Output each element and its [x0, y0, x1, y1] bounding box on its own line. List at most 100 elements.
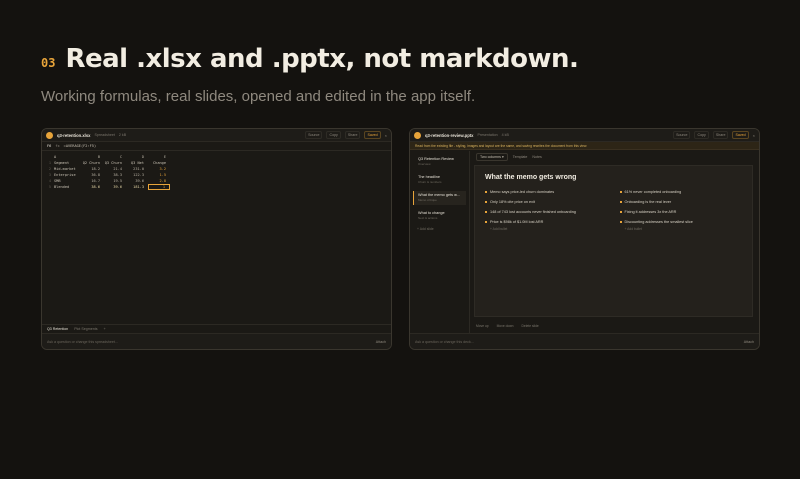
header-cell[interactable]: Q3 Churn [104, 161, 126, 165]
bullet-item[interactable]: Price is $98k of $1.0M lost ARR [485, 217, 608, 227]
column-letter[interactable]: C [104, 155, 126, 160]
file-type: Spreadsheet [94, 133, 115, 137]
editor-toolbar: Two columns ▾ Template Notes [470, 151, 759, 163]
delete-slide-button[interactable]: Delete slide [522, 324, 539, 328]
cell[interactable]: 2.8 [148, 179, 170, 183]
slide-thumbnail[interactable]: The headline Churn & numbers [413, 173, 466, 187]
file-name: q3-retention.xlsx [57, 132, 91, 138]
right-column: 61% never completed onboarding Onboardin… [619, 187, 743, 231]
slide-thumbnail[interactable]: What to change Next & actions [413, 209, 466, 223]
cell[interactable]: 36.8 [82, 173, 104, 177]
presentation-window: q3-retention-review.pptx Presentation 4 … [409, 128, 760, 350]
bullet-item[interactable]: 148 of 743 lost accounts never finished … [485, 207, 608, 217]
row-number[interactable]: 5 [46, 185, 54, 189]
row-number[interactable]: 4 [46, 179, 54, 183]
copy-button[interactable]: Copy [326, 131, 341, 139]
cell[interactable]: 38.6 [82, 185, 104, 189]
saved-button[interactable]: Saved [364, 131, 381, 139]
file-type: Presentation [477, 133, 498, 137]
header-cell[interactable]: Segment [54, 161, 82, 165]
bullet-icon [619, 221, 622, 223]
row-number[interactable]: 2 [46, 167, 54, 171]
add-bullet-button[interactable]: + Add bullet [620, 227, 743, 231]
cell[interactable]: Enterprise [54, 173, 82, 177]
bullet-item[interactable]: Only 18% cite price on exit [485, 197, 608, 207]
column-letter[interactable]: D [126, 155, 148, 160]
cell-reference: F6 [47, 144, 52, 148]
cell[interactable]: 39.6 [104, 185, 126, 189]
info-banner: Read from the existing file - styling, i… [410, 142, 759, 150]
header-cell[interactable]: Q3 Net [126, 161, 148, 165]
source-button[interactable]: Source [305, 131, 323, 139]
attach-button[interactable]: Attach [744, 340, 754, 344]
slide-thumbnail[interactable]: Q3 Retention Review Overview [413, 155, 466, 169]
source-button[interactable]: Source [673, 131, 691, 139]
cell[interactable]: Mid-market [54, 167, 82, 171]
tab-plot-segments[interactable]: Plot Segments [74, 327, 97, 331]
column-letter[interactable]: B [82, 155, 104, 160]
cell[interactable]: Blended [54, 185, 82, 189]
bullet-icon [619, 201, 622, 203]
cell[interactable]: 39.6 [126, 179, 148, 183]
add-sheet-button[interactable]: + [104, 327, 106, 331]
slide-title[interactable]: What the memo gets wrong [485, 174, 742, 181]
cell[interactable]: 16.7 [82, 179, 104, 183]
cell[interactable]: 38.3 [104, 173, 126, 177]
add-bullet-button[interactable]: + Add bullet [485, 227, 608, 231]
notes-button[interactable]: Notes [532, 155, 541, 159]
formula-input[interactable]: =AVERAGE(F2:F5) [64, 144, 96, 148]
move-up-button[interactable]: Move up [476, 324, 489, 328]
cell[interactable]: 19.5 [104, 179, 126, 183]
slide-list: Q3 Retention Review Overview The headlin… [410, 151, 470, 333]
cell[interactable]: 122.3 [126, 173, 148, 177]
spreadsheet-grid[interactable]: A B C D E 1 Segment Q2 Churn Q3 Churn Q3… [46, 155, 170, 190]
cell[interactable]: 1.5 [148, 173, 170, 177]
file-size: 2 kB [118, 133, 127, 137]
app-logo-icon [46, 131, 53, 139]
column-letter[interactable]: E [148, 155, 170, 160]
tab-q3-retention[interactable]: Q3 Retention [47, 327, 68, 331]
cell[interactable]: 18.2 [82, 167, 104, 171]
cell[interactable]: 3.2 [148, 167, 170, 171]
layout-dropdown[interactable]: Two columns ▾ [476, 153, 508, 161]
command-input[interactable]: Ask a question or change this deck... [415, 340, 474, 344]
subtitle: Working formulas, real slides, opened an… [41, 88, 476, 105]
row-number[interactable]: 1 [46, 161, 54, 165]
close-icon[interactable]: × [385, 133, 387, 138]
row-number[interactable]: 3 [46, 173, 54, 177]
formula-bar: F6 fx =AVERAGE(F2:F5) [42, 142, 391, 151]
bullet-item[interactable]: Onboarding is the real lever [619, 197, 743, 207]
move-down-button[interactable]: Move down [497, 324, 514, 328]
slide-thumbnail-active[interactable]: What the memo gets w... Memo critique [413, 191, 466, 205]
active-cell[interactable]: 1 [148, 184, 170, 190]
bullet-item[interactable]: Discounting addresses the smallest slice [619, 217, 743, 227]
slide-canvas[interactable]: What the memo gets wrong Memo says price… [474, 165, 753, 317]
bullet-icon [485, 201, 487, 203]
add-slide-button[interactable]: + Add slide [413, 227, 466, 231]
attach-button[interactable]: Attach [376, 340, 386, 344]
bullet-item[interactable]: Memo says price-led churn dominates [485, 187, 608, 197]
share-button[interactable]: Share [344, 131, 361, 139]
header-cell[interactable]: Change [148, 161, 170, 165]
bullet-item[interactable]: 61% never completed onboarding [619, 187, 743, 197]
header-cell[interactable]: Q2 Churn [82, 161, 104, 165]
command-input[interactable]: Ask a question or change this spreadshee… [47, 340, 118, 344]
template-button[interactable]: Template [513, 155, 528, 159]
cell[interactable]: 181.3 [126, 185, 148, 189]
bullet-icon [485, 221, 487, 223]
section-number: 03 [41, 56, 56, 70]
left-column: Memo says price-led churn dominates Only… [485, 187, 608, 231]
cell[interactable]: SMB [54, 179, 82, 183]
bullet-item[interactable]: Fixing it addresses 3x the ARR [619, 207, 743, 217]
cell[interactable]: 231.0 [126, 167, 148, 171]
table-row: 5 Blended 38.6 39.6 181.3 1 [46, 184, 170, 190]
close-icon[interactable]: × [753, 133, 755, 138]
copy-button[interactable]: Copy [694, 131, 709, 139]
bullet-icon [619, 191, 622, 193]
cell[interactable]: 21.4 [104, 167, 126, 171]
bullet-icon [485, 191, 487, 193]
column-header-row: A B C D E [46, 155, 170, 160]
column-letter[interactable]: A [54, 155, 82, 160]
saved-button[interactable]: Saved [732, 131, 749, 139]
share-button[interactable]: Share [712, 131, 729, 139]
